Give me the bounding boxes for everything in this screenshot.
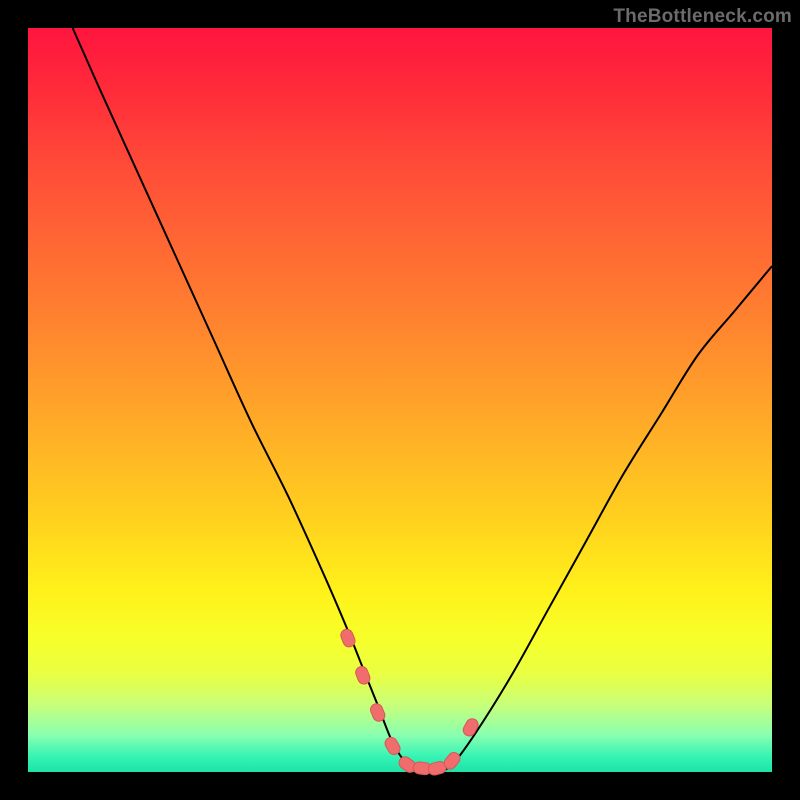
bead — [461, 717, 480, 739]
highlight-beads — [339, 627, 480, 776]
watermark-text: TheBottleneck.com — [613, 6, 792, 28]
bottleneck-curve — [73, 28, 772, 773]
curve-layer — [28, 28, 772, 772]
chart-frame: TheBottleneck.com — [0, 0, 800, 800]
